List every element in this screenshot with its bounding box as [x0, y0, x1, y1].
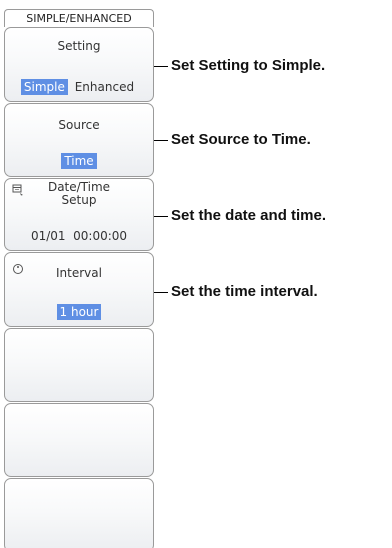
empty-softkey-5[interactable]: [4, 328, 154, 402]
source-label: Source: [58, 118, 100, 132]
option-simple-selected[interactable]: Simple: [20, 79, 68, 95]
callout-date-time: Set the date and time.: [171, 207, 327, 224]
date-time-setup-label: Date/Time Setup: [5, 181, 153, 207]
softkey-menu-panel: SIMPLE/ENHANCED Setting Simple Enhanced …: [0, 0, 158, 548]
source-value: Time: [5, 153, 153, 169]
interval-value: 1 hour: [5, 304, 153, 320]
callout-leader-4: [154, 292, 168, 293]
setting-softkey[interactable]: Setting Simple Enhanced: [4, 27, 154, 102]
empty-softkey-7[interactable]: [4, 478, 154, 548]
setting-options: Simple Enhanced: [5, 79, 153, 95]
empty-softkey-6[interactable]: [4, 403, 154, 477]
date-time-setup-softkey[interactable]: Date/Time Setup 01/01 00:00:00: [4, 178, 154, 251]
callout-interval: Set the time interval.: [171, 283, 318, 300]
setting-label: Setting: [57, 39, 101, 53]
interval-label: Interval: [56, 266, 102, 280]
callout-leader-1: [154, 66, 168, 67]
menu-title: SIMPLE/ENHANCED: [4, 9, 154, 27]
callout-setting: Set Setting to Simple.: [171, 57, 326, 74]
interval-softkey[interactable]: Interval 1 hour: [4, 252, 154, 327]
callout-leader-2: [154, 140, 168, 141]
option-enhanced[interactable]: Enhanced: [72, 79, 137, 95]
callout-source: Set Source to Time.: [171, 131, 311, 148]
date-time-label-line2: Setup: [61, 193, 97, 207]
source-softkey[interactable]: Source Time: [4, 103, 154, 177]
source-value-time: Time: [61, 153, 97, 169]
callout-leader-3: [154, 216, 168, 217]
date-time-value: 01/01 00:00:00: [30, 229, 128, 243]
interval-value-1-hour: 1 hour: [56, 304, 102, 320]
